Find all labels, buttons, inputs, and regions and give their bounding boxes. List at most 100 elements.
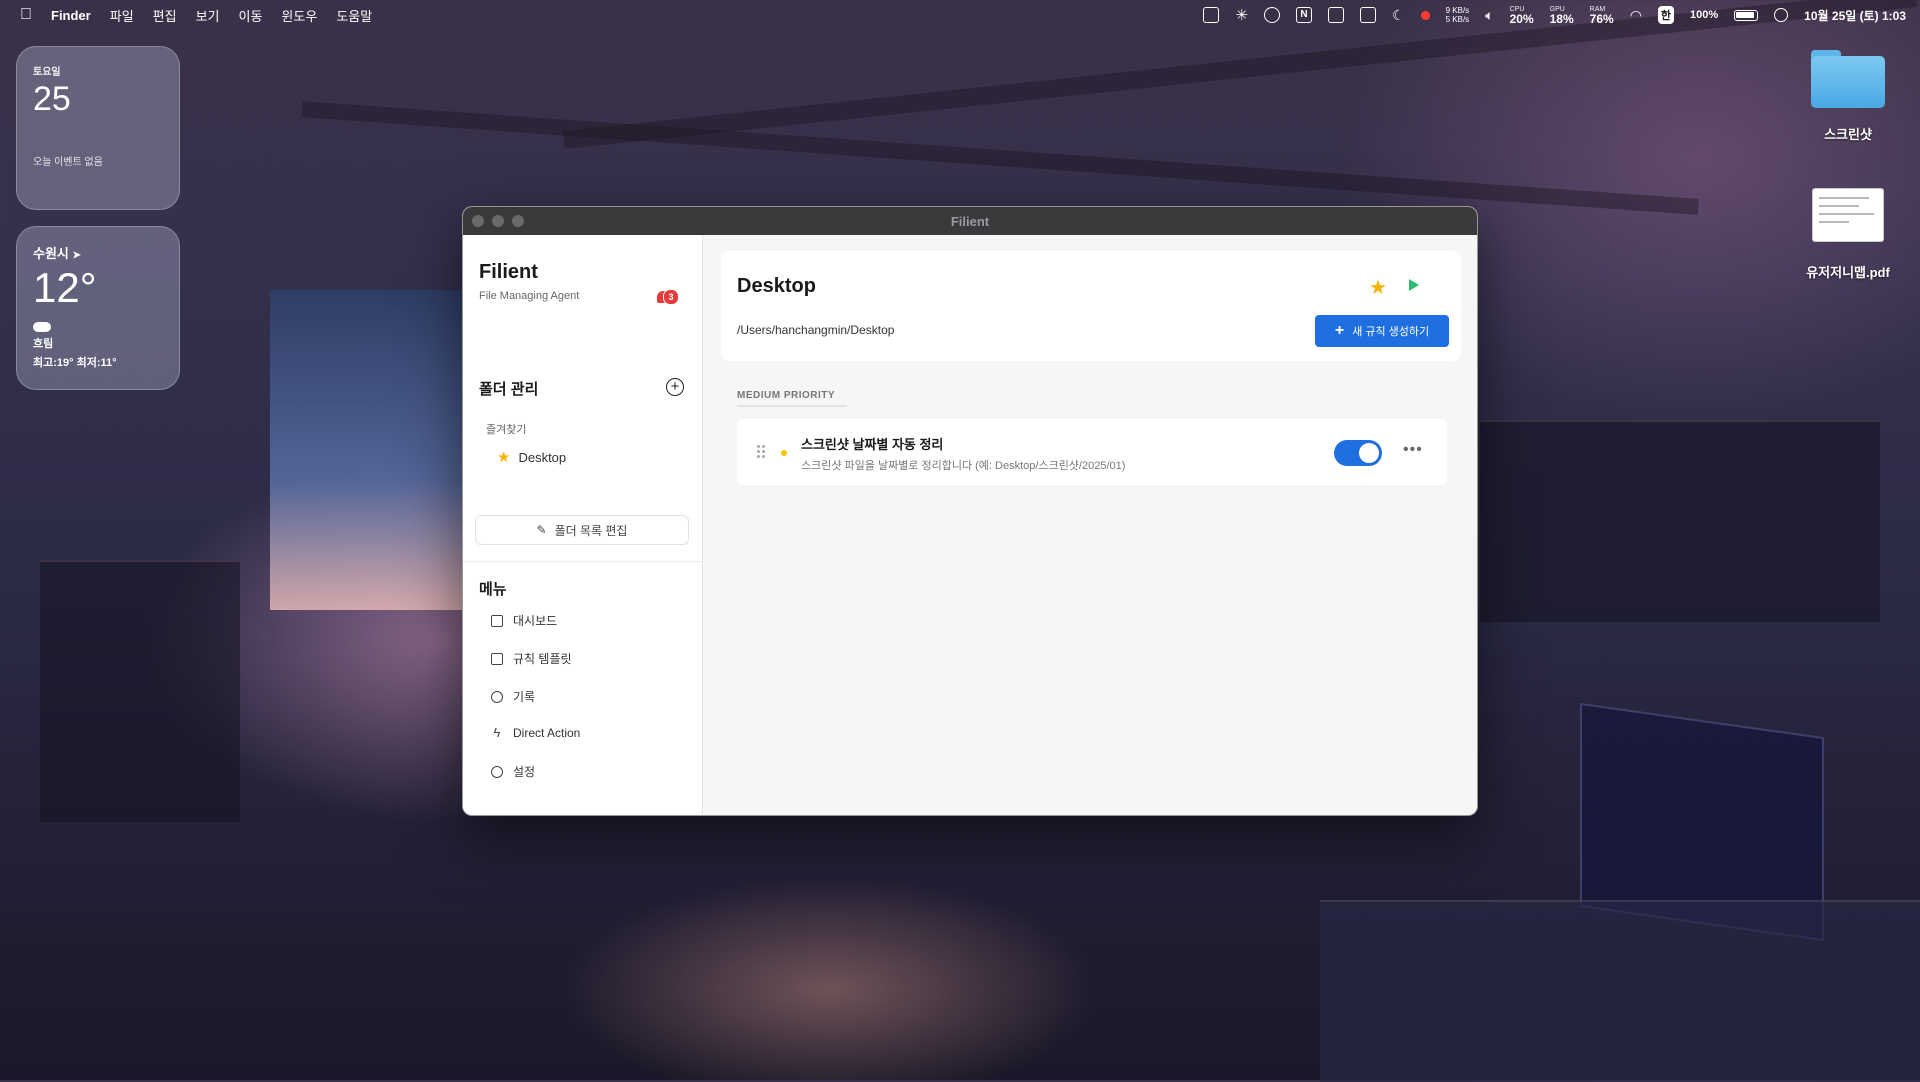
network-speed: 9 KB/s 5 KB/s bbox=[1446, 6, 1470, 24]
calendar-weekday: 토요일 bbox=[33, 67, 61, 78]
wallpaper-shelf bbox=[1480, 420, 1880, 622]
new-rule-button[interactable]: + 새 규칙 생성하기 bbox=[1315, 315, 1449, 347]
sparkle-status-icon[interactable]: ✳ bbox=[1235, 6, 1248, 24]
menu-bar:  Finder 파일 편집 보기 이동 윈도우 도움말 ✳ N ☾ 9 KB/… bbox=[0, 0, 1920, 30]
rule-enabled-toggle[interactable] bbox=[1334, 440, 1382, 466]
menu-file[interactable]: 파일 bbox=[110, 6, 134, 25]
chart-icon bbox=[491, 614, 503, 627]
calendar-day: 25 bbox=[33, 80, 71, 118]
plus-icon: + bbox=[1334, 322, 1345, 339]
folder-path: /Users/hanchangmin/Desktop bbox=[737, 323, 895, 337]
input-method-icon[interactable]: 한 bbox=[1657, 6, 1675, 24]
wallpaper-shelf bbox=[40, 560, 240, 822]
menu-clock[interactable]: 10월 25일 (토) 1:03 bbox=[1804, 7, 1906, 24]
brand-tagline: File Managing Agent bbox=[479, 290, 580, 302]
control-center-icon[interactable] bbox=[1774, 8, 1789, 22]
weather-widget[interactable]: 수원시 ➤ 12° 흐림 최고:19° 최저:11° bbox=[16, 226, 180, 390]
edit-folders-label: 폴더 목록 편집 bbox=[554, 523, 628, 538]
window-title: Filient bbox=[950, 213, 990, 229]
priority-group-label: MEDIUM PRIORITY bbox=[737, 390, 836, 401]
plus-circle-icon: + bbox=[670, 378, 680, 395]
priority-underline bbox=[737, 405, 847, 407]
gpu-value: 18% bbox=[1549, 11, 1574, 26]
rule-description: 스크린샷 파일을 날짜별로 정리합니다 (예: Desktop/스크린샷/202… bbox=[801, 460, 1126, 472]
calendar-events: 오늘 이벤트 없음 bbox=[33, 157, 103, 168]
sidebar-item-dashboard[interactable]: 대시보드 bbox=[491, 612, 557, 629]
apple-icon[interactable]:  bbox=[20, 6, 32, 24]
weather-condition: 흐림 bbox=[33, 338, 54, 350]
add-folder-button[interactable]: + bbox=[666, 378, 684, 396]
location-arrow-icon: ➤ bbox=[72, 250, 81, 261]
openai-status-icon[interactable] bbox=[1264, 7, 1281, 23]
menu-app-name[interactable]: Finder bbox=[51, 8, 91, 23]
menu-go[interactable]: 이동 bbox=[239, 6, 263, 25]
bolt-icon: ϟ bbox=[493, 725, 501, 740]
calendar-widget[interactable]: 토요일 25 오늘 이벤트 없음 bbox=[16, 46, 180, 210]
gpu-stat[interactable]: GPU 18% bbox=[1550, 6, 1574, 25]
sidebar-item-label: 규칙 템플릿 bbox=[513, 652, 572, 666]
moon-status-icon[interactable]: ☾ bbox=[1392, 7, 1405, 24]
sidebar-item-templates[interactable]: 규칙 템플릿 bbox=[491, 650, 572, 667]
notification-bell-button[interactable]: 3 bbox=[657, 289, 679, 305]
battery-icon[interactable] bbox=[1734, 9, 1759, 21]
star-icon: ★ bbox=[1369, 277, 1387, 299]
sidebar-item-label: Desktop bbox=[518, 449, 567, 465]
menu-help[interactable]: 도움말 bbox=[336, 6, 372, 25]
favorite-star-button[interactable]: ★ bbox=[1369, 275, 1387, 300]
ram-label: RAM bbox=[1589, 5, 1606, 13]
cpu-value: 20% bbox=[1509, 11, 1534, 26]
menu-view[interactable]: 보기 bbox=[196, 6, 220, 25]
sidebar-item-label: 설정 bbox=[513, 765, 536, 779]
main-panel: Desktop /Users/hanchangmin/Desktop ★ + 새… bbox=[703, 235, 1477, 815]
edit-folders-button[interactable]: ✎ 폴더 목록 편집 bbox=[475, 515, 689, 545]
desktop-icon-label: 스크린샷 bbox=[1824, 127, 1872, 142]
wallpaper-beam bbox=[301, 101, 1699, 215]
menu-window[interactable]: 윈도우 bbox=[281, 6, 317, 25]
menu-edit[interactable]: 편집 bbox=[153, 6, 177, 25]
pdf-icon bbox=[1812, 188, 1884, 242]
weather-city: 수원시 ➤ bbox=[33, 243, 163, 262]
sidebar-divider bbox=[463, 561, 702, 562]
desktop-file-pdf[interactable]: 유저저니맵.pdf bbox=[1788, 188, 1908, 281]
wallpaper-window bbox=[270, 290, 470, 610]
ram-stat[interactable]: RAM 76% bbox=[1590, 6, 1614, 25]
folder-header-card: Desktop /Users/hanchangmin/Desktop ★ + 새… bbox=[721, 251, 1461, 361]
drag-handle-icon[interactable] bbox=[757, 445, 767, 459]
sidebar: Filient File Managing Agent 3 폴더 관리 + 즐겨… bbox=[463, 235, 703, 815]
rule-name: 스크린샷 날짜별 자동 정리 bbox=[801, 437, 944, 452]
run-button[interactable] bbox=[1409, 279, 1419, 291]
wifi-icon[interactable]: ◠ bbox=[1630, 7, 1642, 24]
brand: Filient File Managing Agent bbox=[479, 261, 579, 302]
screen-status-icon[interactable] bbox=[1360, 7, 1377, 23]
sidebar-item-label: Direct Action bbox=[513, 726, 581, 740]
desktop-folder-screenshots[interactable]: 스크린샷 bbox=[1788, 50, 1908, 143]
volume-icon[interactable]: 🔈︎ bbox=[1485, 7, 1493, 24]
terminal-status-icon[interactable] bbox=[1328, 7, 1345, 23]
sidebar-item-settings[interactable]: 설정 bbox=[491, 763, 535, 780]
weather-high-low: 최고:19° 최저:11° bbox=[33, 357, 117, 369]
cpu-stat[interactable]: CPU 20% bbox=[1510, 6, 1534, 25]
more-options-icon[interactable]: ••• bbox=[1403, 441, 1423, 459]
cloud-icon bbox=[33, 322, 51, 332]
gear-icon bbox=[491, 765, 503, 778]
menu-section-title: 메뉴 bbox=[479, 581, 507, 598]
sidebar-item-desktop[interactable]: ★ Desktop bbox=[497, 448, 566, 466]
favorites-label: 즐겨찾기 bbox=[486, 424, 527, 436]
filient-window: Filient Filient File Managing Agent 3 폴더… bbox=[462, 206, 1478, 816]
recording-status-icon[interactable] bbox=[1420, 10, 1430, 20]
window-titlebar[interactable]: Filient bbox=[463, 207, 1477, 235]
notion-status-icon[interactable]: N bbox=[1296, 7, 1313, 23]
rule-card[interactable]: 스크린샷 날짜별 자동 정리 스크린샷 파일을 날짜별로 정리합니다 (예: D… bbox=[737, 419, 1447, 485]
cpu-label: CPU bbox=[1509, 5, 1525, 13]
sidebar-item-history[interactable]: 기록 bbox=[491, 688, 535, 705]
rule-status-dot bbox=[781, 450, 787, 456]
net-down: 5 KB/s bbox=[1445, 15, 1470, 24]
sidebar-item-direct-action[interactable]: ϟ Direct Action bbox=[491, 725, 581, 740]
history-icon bbox=[491, 690, 503, 703]
folder-icon bbox=[1811, 50, 1885, 108]
brand-name: Filient bbox=[479, 261, 538, 283]
notes-status-icon[interactable] bbox=[1203, 7, 1220, 23]
notification-badge: 3 bbox=[663, 289, 679, 305]
template-icon bbox=[491, 652, 503, 665]
battery-percent: 100% bbox=[1690, 9, 1719, 21]
